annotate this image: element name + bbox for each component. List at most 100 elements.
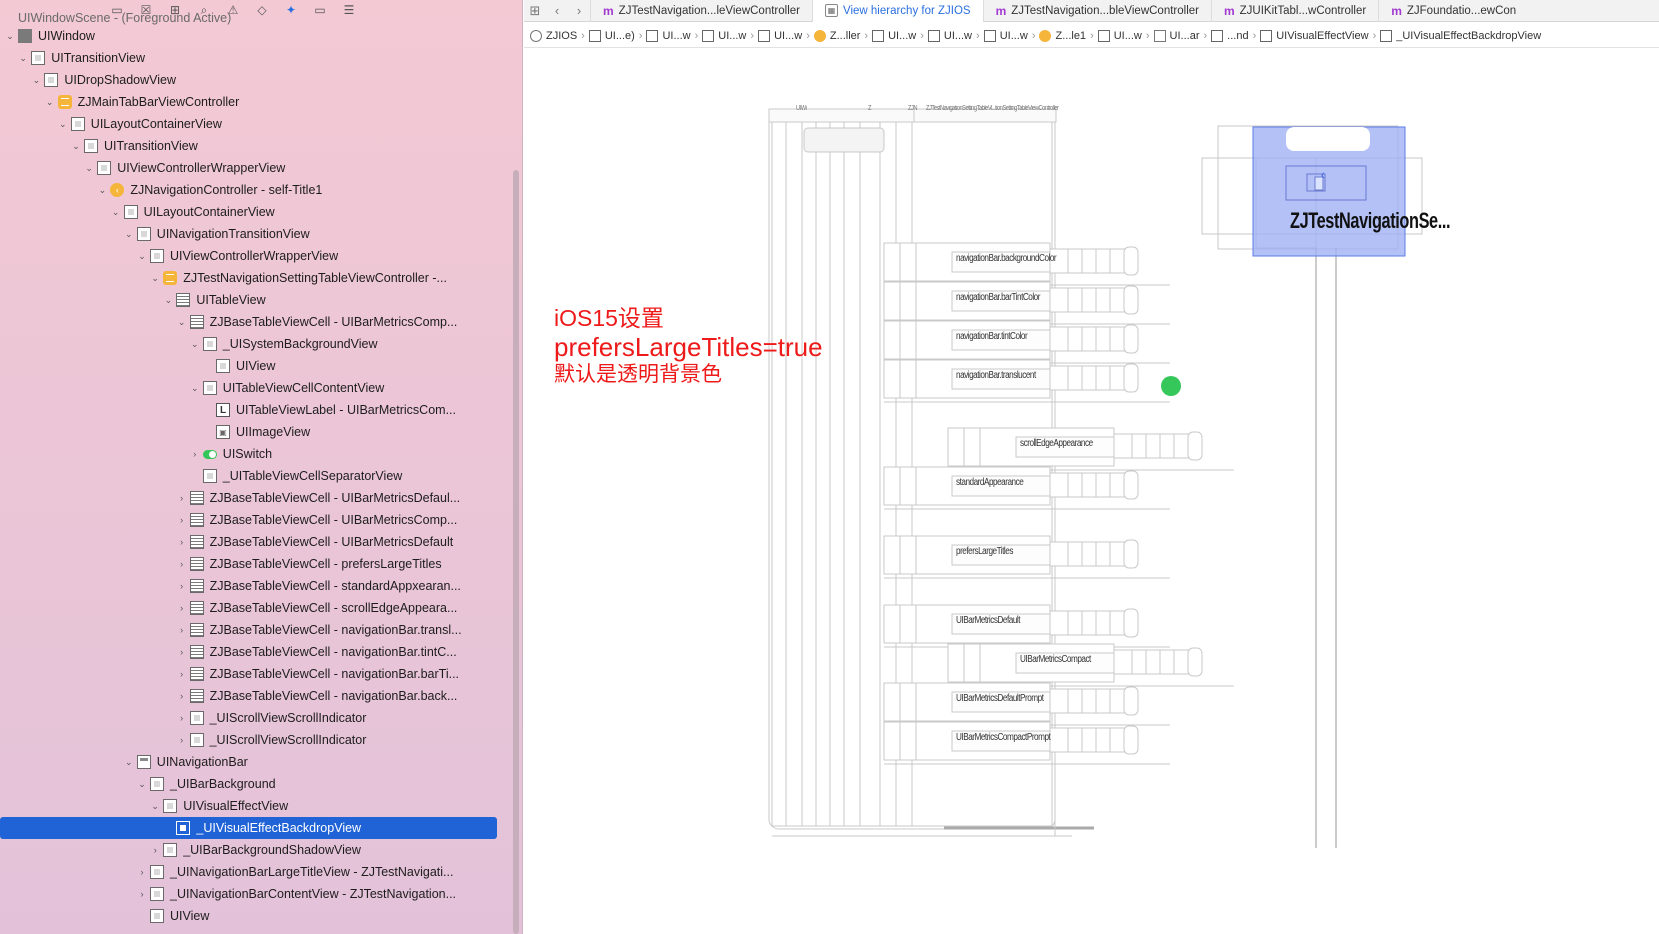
exploded-view-hierarchy[interactable] <box>524 48 1659 934</box>
tree-row[interactable]: ⌄ ZJBaseTableViewCell - UIBarMetricsComp.… <box>0 311 510 333</box>
breadcrumb-item[interactable]: UI...w <box>758 29 802 42</box>
tree-row[interactable]: L UITableViewLabel - UIBarMetricsCom... <box>0 399 510 421</box>
tab-foundation-controller[interactable]: m ZJFoundatio...ewCon <box>1378 0 1528 22</box>
tree-row[interactable]: ⌄ _UISystemBackgroundView <box>0 333 510 355</box>
tree-row[interactable]: › _UINavigationBarContentView - ZJTestNav… <box>0 883 510 905</box>
breadcrumb-item[interactable]: ...nd <box>1211 29 1249 42</box>
tree-row[interactable]: › _UIScrollViewScrollIndicator <box>0 729 510 751</box>
tree-row[interactable]: ⌄ UIViewControllerWrapperView <box>0 157 510 179</box>
chevron-down-icon[interactable]: ⌄ <box>189 383 201 394</box>
breadcrumb-item[interactable]: UI...w <box>872 29 916 42</box>
tree-row[interactable]: ⌄ UITableView <box>0 289 510 311</box>
tree-row[interactable]: › ZJBaseTableViewCell - scrollEdgeAppeara… <box>0 597 510 619</box>
tab-uikit-controller[interactable]: m ZJUIKitTabl...wController <box>1210 0 1378 22</box>
chevron-right-icon[interactable]: › <box>176 735 188 745</box>
chevron-right-icon[interactable]: › <box>136 889 148 899</box>
tree-row[interactable]: ⌄ UINavigationBar <box>0 751 510 773</box>
tree-row[interactable]: › _UINavigationBarLargeTitleView - ZJTest… <box>0 861 510 883</box>
chevron-down-icon[interactable]: ⌄ <box>96 185 108 196</box>
tree-row[interactable]: ⌄ UITransitionView <box>0 135 510 157</box>
forward-arrow-icon[interactable]: › <box>568 3 590 18</box>
tree-row[interactable]: ⌄ _UIBarBackground <box>0 773 510 795</box>
tree-row[interactable]: ⌄ UITransitionView <box>0 47 510 69</box>
chevron-right-icon[interactable]: › <box>136 867 148 877</box>
tree-row[interactable]: ⌄ UIVisualEffectView <box>0 795 510 817</box>
chevron-down-icon[interactable]: ⌄ <box>17 53 29 64</box>
tree-row[interactable]: › ZJBaseTableViewCell - prefersLargeTitle… <box>0 553 510 575</box>
chevron-down-icon[interactable]: ⌄ <box>162 295 174 306</box>
navigator-scrollbar[interactable] <box>513 170 519 934</box>
tree-row[interactable]: UIView <box>0 355 510 377</box>
chevron-right-icon[interactable]: › <box>176 625 188 635</box>
tree-row[interactable]: ⌄ UIWindow <box>0 25 510 47</box>
back-arrow-icon[interactable]: ‹ <box>546 3 568 18</box>
tree-row[interactable]: ⌄ UIDropShadowView <box>0 69 510 91</box>
grid-icon[interactable]: ⊞ <box>524 3 546 19</box>
chevron-down-icon[interactable]: ⌄ <box>83 163 95 174</box>
tree-row[interactable]: › ZJBaseTableViewCell - UIBarMetricsDefau… <box>0 531 510 553</box>
chevron-right-icon[interactable]: › <box>176 669 188 679</box>
tab-viewcontroller-2[interactable]: m ZJTestNavigation...bleViewController <box>982 0 1211 22</box>
breadcrumb-item[interactable]: UI...w <box>1097 29 1142 42</box>
breadcrumb-item[interactable]: UI...w <box>646 29 691 42</box>
breadcrumb-item[interactable]: ZJIOS <box>530 29 577 42</box>
chevron-right-icon[interactable]: › <box>189 449 201 459</box>
breadcrumb-item[interactable]: Z...le1 <box>1039 29 1086 42</box>
chevron-right-icon[interactable]: › <box>176 647 188 657</box>
chevron-right-icon[interactable]: › <box>176 515 188 525</box>
tab-viewcontroller-1[interactable]: m ZJTestNavigation...leViewController <box>590 0 812 22</box>
chevron-down-icon[interactable]: ⌄ <box>110 207 122 218</box>
chevron-right-icon[interactable]: › <box>176 559 188 569</box>
chevron-down-icon[interactable]: ⌄ <box>123 229 135 240</box>
tree-row[interactable]: › ZJBaseTableViewCell - UIBarMetricsDefau… <box>0 487 510 509</box>
tree-row[interactable]: ⌄ ZJTestNavigationSettingTableViewControl… <box>0 267 510 289</box>
view-hierarchy-canvas[interactable]: UIWi Z ZJN ZJTestNavigationSettingTableV… <box>524 48 1659 934</box>
chevron-down-icon[interactable]: ⌄ <box>123 757 135 768</box>
chevron-right-icon[interactable]: › <box>176 537 188 547</box>
chevron-right-icon[interactable]: › <box>176 713 188 723</box>
breadcrumb-item[interactable]: UI...ar <box>1153 29 1199 42</box>
chevron-right-icon[interactable]: › <box>176 603 188 613</box>
tree-row[interactable]: › ZJBaseTableViewCell - navigationBar.tin… <box>0 641 510 663</box>
tree-row[interactable]: UIWindowScene - (Foreground Active) <box>0 11 510 25</box>
breadcrumb-item[interactable]: _UIVisualEffectBackdropView <box>1380 29 1541 42</box>
tree-row[interactable]: ⌄ UILayoutContainerView <box>0 113 510 135</box>
breadcrumb-item[interactable]: UIVisualEffectView <box>1260 29 1369 42</box>
tree-row[interactable]: › ZJBaseTableViewCell - navigationBar.tra… <box>0 619 510 641</box>
chevron-right-icon[interactable]: › <box>176 691 188 701</box>
chevron-down-icon[interactable]: ⌄ <box>136 251 148 262</box>
tree-row[interactable]: › ZJBaseTableViewCell - standardAppxearan… <box>0 575 510 597</box>
tree-row[interactable]: ⌄ UIViewControllerWrapperView <box>0 245 510 267</box>
tree-row[interactable]: › _UIScrollViewScrollIndicator <box>0 707 510 729</box>
tree-row[interactable]: › _UIBarBackgroundShadowView <box>0 839 510 861</box>
tree-row[interactable]: UIView <box>0 905 510 927</box>
chevron-down-icon[interactable]: ⌄ <box>149 801 161 812</box>
tree-row[interactable]: › ZJBaseTableViewCell - UIBarMetricsComp.… <box>0 509 510 531</box>
breadcrumb-item[interactable]: UI...w <box>983 29 1028 42</box>
tree-row[interactable]: ▣ UIImageView <box>0 421 510 443</box>
chevron-right-icon[interactable]: › <box>176 581 188 591</box>
tree-row[interactable]: ⌄ UINavigationTransitionView <box>0 223 510 245</box>
tree-row[interactable]: ⌄ ZJMainTabBarViewController <box>0 91 510 113</box>
chevron-down-icon[interactable]: ⌄ <box>176 317 188 328</box>
chevron-down-icon[interactable]: ⌄ <box>44 97 56 108</box>
breadcrumb-item[interactable]: UI...w <box>927 29 972 42</box>
chevron-down-icon[interactable]: ⌄ <box>70 141 82 152</box>
uiswitch-thumb[interactable] <box>1161 376 1181 396</box>
tree-row[interactable]: › ZJBaseTableViewCell - navigationBar.bar… <box>0 663 510 685</box>
chevron-down-icon[interactable]: ⌄ <box>4 31 16 42</box>
tab-view-hierarchy[interactable]: ▦ View hierarchy for ZJIOS <box>811 0 983 22</box>
chevron-right-icon[interactable]: › <box>149 845 161 855</box>
tree-row[interactable]: ⌄ ‹ ZJNavigationController - self-Title1 <box>0 179 510 201</box>
breadcrumb-item[interactable]: UI...w <box>702 29 746 42</box>
breadcrumb-item[interactable]: Z...ller <box>813 29 860 42</box>
chevron-down-icon[interactable]: ⌄ <box>30 75 42 86</box>
chevron-right-icon[interactable]: › <box>176 493 188 503</box>
tree-row-selected[interactable]: _UIVisualEffectBackdropView <box>0 817 497 839</box>
chevron-down-icon[interactable]: ⌄ <box>57 119 69 130</box>
tree-row[interactable]: _UITableViewCellSeparatorView <box>0 465 510 487</box>
chevron-down-icon[interactable]: ⌄ <box>136 779 148 790</box>
tree-row[interactable]: › UISwitch <box>0 443 510 465</box>
tree-row[interactable]: ⌄ UILayoutContainerView <box>0 201 510 223</box>
breadcrumb-item[interactable]: UI...e) <box>588 29 635 42</box>
